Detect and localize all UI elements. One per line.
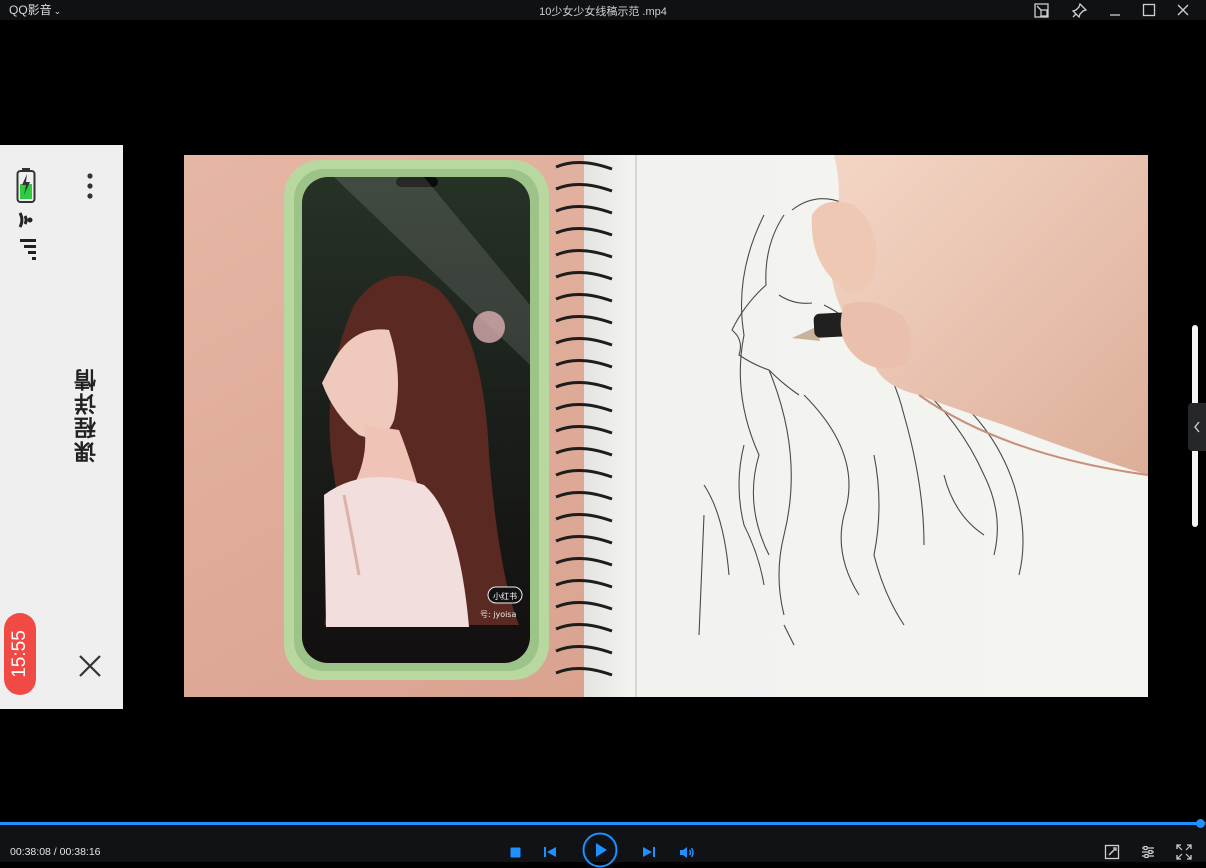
minimize-button[interactable]	[1103, 0, 1127, 20]
video-frame: 小红书 号: jyoisa	[184, 155, 1148, 697]
play-button[interactable]	[582, 832, 618, 868]
minimize-icon	[1110, 14, 1120, 16]
course-detail-title: 课程详情	[74, 367, 99, 463]
watermark-badge-text: 小红书	[493, 591, 517, 601]
close-button[interactable]	[1171, 0, 1195, 20]
progress-bar[interactable]	[0, 819, 1206, 828]
volume-button[interactable]	[678, 843, 696, 861]
chevron-left-icon	[1194, 421, 1200, 433]
equalizer-icon	[1142, 845, 1154, 859]
battery-icon	[16, 168, 36, 203]
course-detail-panel: 课程详情 15:55	[0, 145, 123, 709]
volume-icon	[680, 846, 694, 858]
app-menu[interactable]: QQ影音 ⌄	[9, 1, 61, 18]
settings-button[interactable]	[1138, 842, 1158, 862]
video-area[interactable]: 课程详情 15:55 小红书 号: jyoisa	[0, 20, 1206, 822]
wifi-icon	[18, 212, 33, 228]
stop-icon	[510, 847, 520, 857]
previous-button[interactable]	[541, 843, 559, 861]
progress-handle[interactable]	[1196, 819, 1205, 828]
total-time: 00:38:16	[59, 846, 101, 858]
fullscreen-icon	[1176, 844, 1192, 860]
clock-time: 15:55	[9, 630, 31, 678]
control-bar: 00:38:08 / 00:38:16	[0, 819, 1206, 868]
watermark-credit-text: 号: jyoisa	[480, 610, 516, 619]
title-bar: QQ影音 ⌄ 10少女少女线稿示范 .mp4	[0, 0, 1206, 20]
progress-fill	[0, 822, 1202, 825]
pin-icon	[1071, 2, 1087, 18]
chevron-down-icon: ⌄	[53, 6, 62, 16]
fullscreen-button[interactable]	[1174, 842, 1194, 862]
current-time: 00:38:08	[10, 846, 51, 858]
previous-icon	[544, 847, 556, 857]
file-title: 10少女少女线稿示范 .mp4	[539, 6, 667, 18]
mini-mode-icon	[1033, 2, 1049, 18]
close-icon	[1177, 4, 1189, 16]
sidebar-toggle-button[interactable]	[1188, 403, 1206, 451]
pin-button[interactable]	[1067, 0, 1091, 20]
clock-badge: 15:55	[4, 613, 36, 695]
stop-button[interactable]	[507, 844, 523, 860]
signal-icon	[20, 239, 36, 260]
time-display: 00:38:08 / 00:38:16	[10, 846, 101, 858]
time-separator: /	[50, 846, 60, 858]
next-icon	[643, 847, 655, 857]
panel-close-icon[interactable]	[78, 654, 102, 678]
app-name: QQ影音	[9, 3, 52, 17]
more-options-icon[interactable]	[82, 171, 98, 201]
next-button[interactable]	[640, 843, 658, 861]
screenshot-tool-icon	[1104, 844, 1120, 860]
maximize-button[interactable]	[1137, 0, 1161, 20]
tools-button[interactable]	[1102, 842, 1122, 862]
play-icon	[582, 832, 618, 868]
mini-mode-button[interactable]	[1029, 0, 1053, 20]
maximize-icon	[1142, 3, 1156, 17]
